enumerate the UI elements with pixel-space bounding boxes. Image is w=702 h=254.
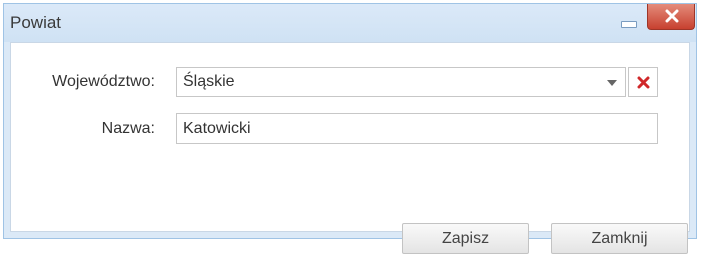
clear-voivodeship-button[interactable] — [628, 67, 658, 97]
voivodeship-value: Śląskie — [183, 73, 235, 90]
dialog-window: Powiat Województwo: Śląskie Nazwa: Zapis… — [3, 3, 697, 254]
chevron-down-icon[interactable] — [607, 80, 617, 86]
name-label: Nazwa: — [101, 120, 155, 137]
close-icon — [665, 9, 679, 23]
title-bar[interactable]: Powiat — [4, 4, 696, 42]
dialog-body: Województwo: Śląskie Nazwa: Zapisz Zamkn… — [10, 42, 690, 254]
minimize-button[interactable] — [620, 17, 638, 31]
close-button[interactable]: Zamknij — [551, 223, 688, 254]
save-button[interactable]: Zapisz — [402, 223, 529, 254]
dialog-title: Powiat — [10, 13, 62, 32]
clear-x-icon — [637, 76, 650, 89]
minimize-icon — [621, 21, 637, 28]
close-window-button[interactable] — [647, 4, 695, 30]
voivodeship-label: Województwo: — [52, 73, 155, 90]
name-input[interactable] — [176, 113, 658, 144]
voivodeship-select[interactable]: Śląskie — [176, 67, 626, 97]
